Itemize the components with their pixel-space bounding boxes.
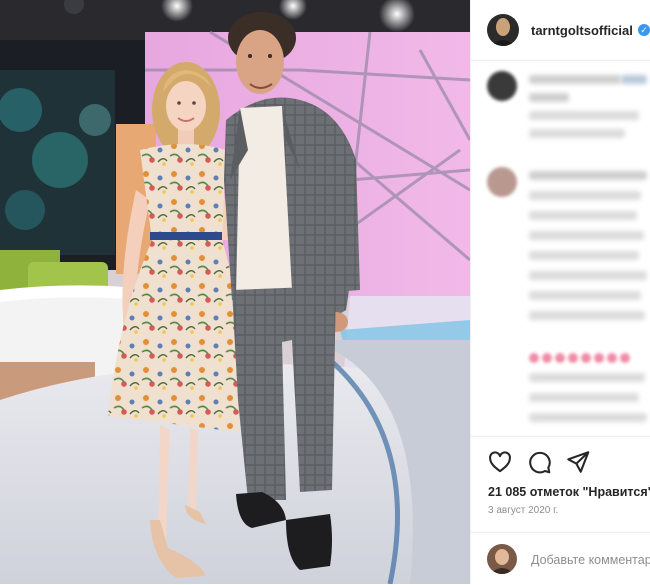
blurred-comment-text <box>529 413 647 422</box>
blurred-comment-text <box>529 291 641 300</box>
blurred-heart-emojis <box>529 353 630 363</box>
comment-avatar <box>487 167 517 197</box>
blurred-comment-text <box>529 111 639 120</box>
share-icon[interactable] <box>565 449 591 475</box>
blurred-comment-text <box>529 171 647 180</box>
blurred-comment-text <box>529 251 639 260</box>
blurred-comment-text <box>529 231 644 240</box>
blurred-comment-text <box>529 93 569 102</box>
blurred-comment-text <box>529 75 621 84</box>
author-avatar[interactable] <box>487 14 519 46</box>
author-username[interactable]: tarntgoltsofficial <box>531 23 633 38</box>
comment-icon[interactable] <box>526 449 552 475</box>
heart-icon[interactable] <box>487 449 513 475</box>
comment-avatar <box>487 71 517 101</box>
blurred-comment-text <box>529 129 625 138</box>
viewer-avatar <box>487 544 517 574</box>
blurred-comment-text <box>529 393 639 402</box>
blurred-comment-text <box>621 75 647 84</box>
blurred-comment-text <box>529 211 637 220</box>
likes-count[interactable]: 21 085 отметок "Нравится" <box>488 485 650 499</box>
post-photo[interactable] <box>0 0 470 584</box>
post-actions: 21 085 отметок "Нравится" 3 август 2020 … <box>471 436 650 537</box>
blurred-comment-text <box>529 271 647 280</box>
blurred-comment-text <box>529 191 641 200</box>
post-date[interactable]: 3 август 2020 г. <box>488 505 558 516</box>
blurred-comment-text <box>529 311 645 320</box>
post-header: tarntgoltsofficial ✓ <box>471 0 650 61</box>
comment-input[interactable] <box>531 551 650 569</box>
add-comment-bar <box>471 532 650 585</box>
post-image <box>0 0 470 584</box>
blurred-comment-text <box>529 373 645 382</box>
post-sidebar: tarntgoltsofficial ✓ 21 085 отметок "Нра… <box>470 0 650 584</box>
verified-badge-icon: ✓ <box>638 24 650 36</box>
comments-section <box>471 61 650 436</box>
